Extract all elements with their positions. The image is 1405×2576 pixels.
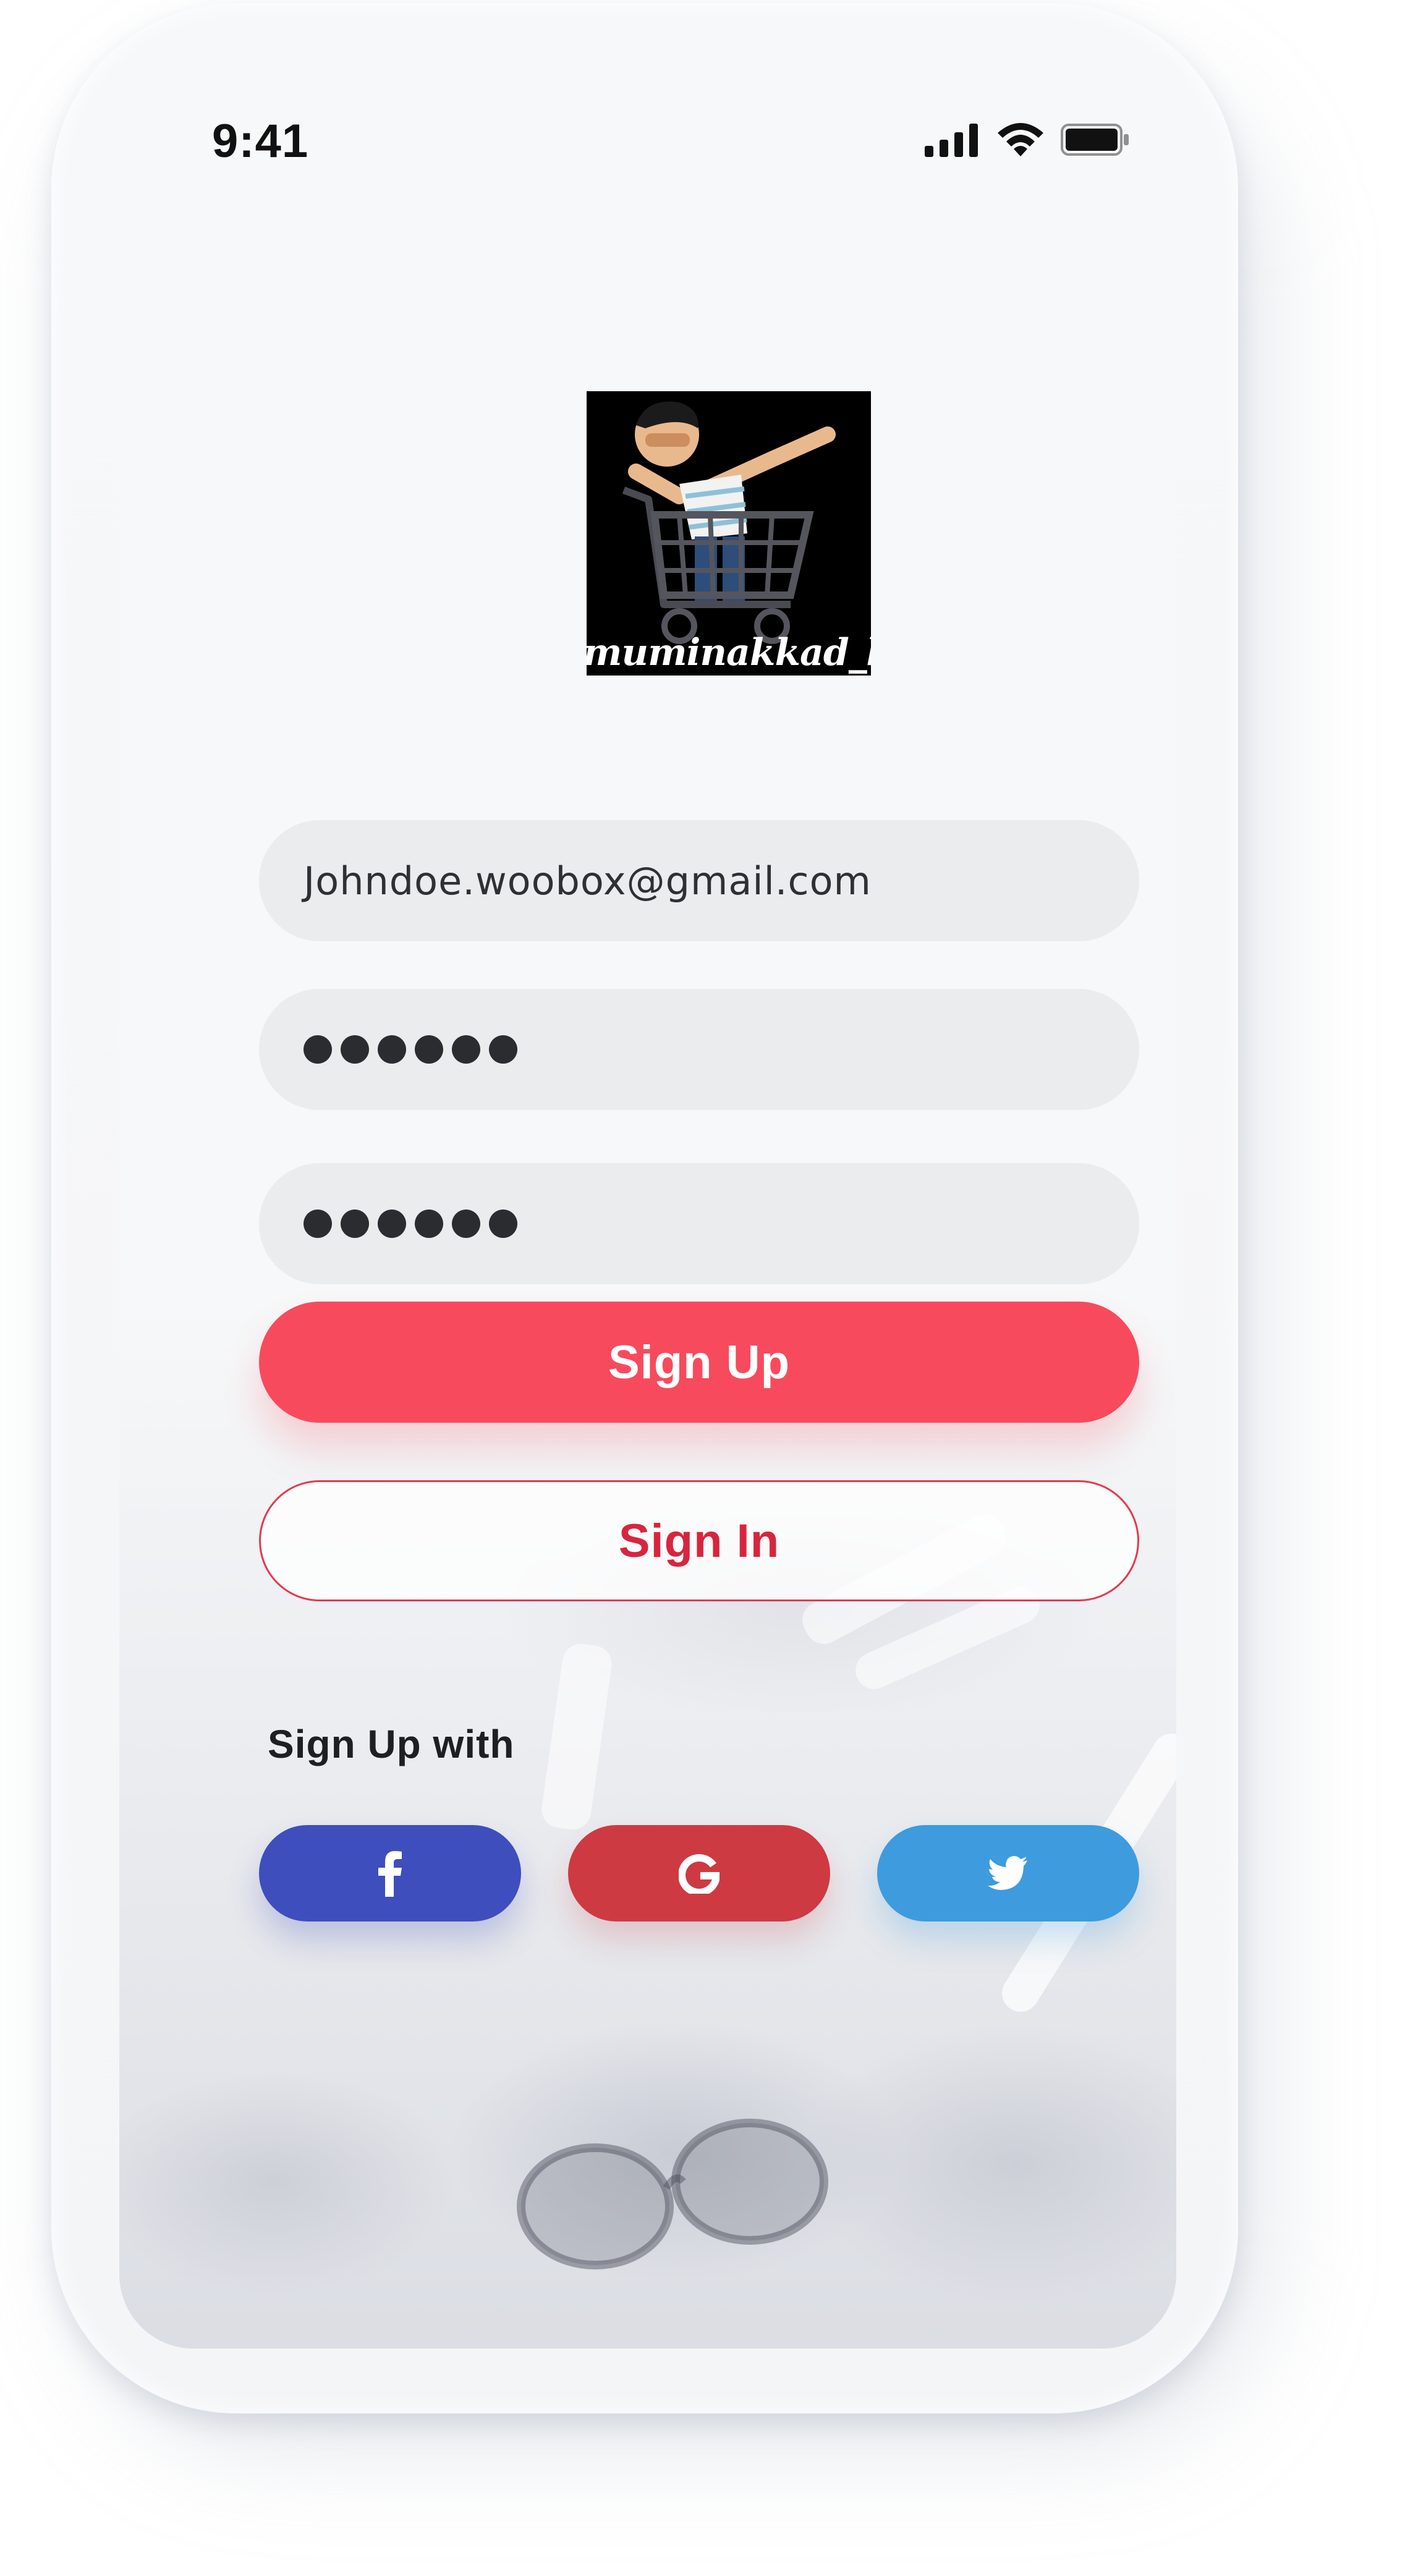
twitter-icon	[988, 1856, 1027, 1890]
google-signup-button[interactable]	[568, 1825, 830, 1921]
sign-up-button[interactable]: Sign Up	[259, 1302, 1139, 1423]
confirm-password-masked-value	[303, 1210, 517, 1238]
status-time: 9:41	[212, 115, 309, 167]
status-icons	[925, 122, 1130, 158]
wifi-icon	[998, 123, 1043, 156]
phone-frame: 9:41 muminakkad_ Johndoe.woobox@gmail.co…	[51, 3, 1238, 2413]
password-dot	[378, 1035, 406, 1064]
background-sunglasses	[517, 2119, 828, 2269]
sign-in-button[interactable]: Sign In	[259, 1480, 1139, 1601]
social-signup-heading: Sign Up with	[268, 1722, 515, 1766]
twitter-signup-button[interactable]	[877, 1825, 1139, 1921]
password-dot	[303, 1210, 332, 1238]
cellular-signal-icon	[925, 124, 978, 157]
background-photo	[119, 1298, 1176, 2349]
password-dot	[489, 1210, 517, 1238]
mockup-stage: 9:41 muminakkad_ Johndoe.woobox@gmail.co…	[0, 0, 1405, 2576]
logo-caption: muminakkad_bar	[587, 631, 871, 674]
sign-up-button-label: Sign Up	[608, 1336, 791, 1389]
sign-in-button-label: Sign In	[618, 1514, 780, 1567]
facebook-icon	[378, 1851, 402, 1897]
password-dot	[341, 1210, 369, 1238]
password-dot	[415, 1035, 443, 1064]
app-screen: 9:41 muminakkad_ Johndoe.woobox@gmail.co…	[119, 59, 1176, 2349]
password-dot	[303, 1035, 332, 1064]
password-dot	[341, 1035, 369, 1064]
battery-icon	[1061, 124, 1129, 156]
confirm-password-field[interactable]	[259, 1163, 1139, 1284]
google-icon	[679, 1854, 719, 1894]
password-dot	[378, 1210, 406, 1238]
password-dot	[452, 1210, 480, 1238]
background-shoe-lace	[539, 1641, 614, 1832]
email-field[interactable]: Johndoe.woobox@gmail.com	[259, 820, 1139, 941]
password-dot	[489, 1035, 517, 1064]
password-field[interactable]	[259, 989, 1139, 1110]
email-field-value: Johndoe.woobox@gmail.com	[303, 858, 872, 904]
password-masked-value	[303, 1035, 517, 1064]
password-dot	[452, 1035, 480, 1064]
facebook-signup-button[interactable]	[259, 1825, 521, 1921]
password-dot	[415, 1210, 443, 1238]
brand-logo: muminakkad_bar	[587, 391, 871, 676]
